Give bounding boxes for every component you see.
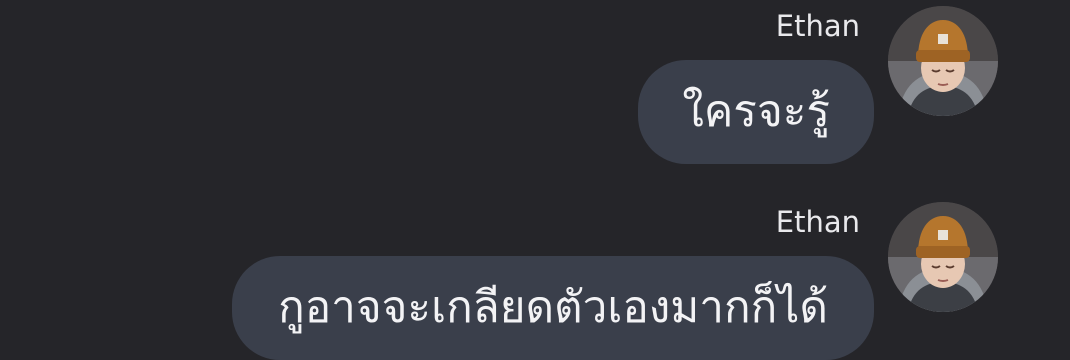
message-bubble[interactable]: กูอาจจะเกลียดตัวเองมากก็ได้ [232, 256, 874, 360]
avatar[interactable] [888, 6, 998, 116]
message-bubble[interactable]: ใครจะรู้ [638, 60, 874, 164]
profile-photo-icon [888, 6, 998, 116]
avatar[interactable] [888, 202, 998, 312]
message-row: Ethan กูอาจจะเกลียดตัวเองมากก็ได้ [0, 196, 1070, 360]
profile-photo-icon [888, 202, 998, 312]
message-row: Ethan ใครจะรู้ [0, 0, 1070, 164]
chat-thread: Ethan ใครจะรู้ Ethan กูอาจจะเกลียดตัวเอง… [0, 0, 1070, 360]
sender-name: Ethan [775, 9, 860, 43]
sender-name: Ethan [775, 205, 860, 239]
